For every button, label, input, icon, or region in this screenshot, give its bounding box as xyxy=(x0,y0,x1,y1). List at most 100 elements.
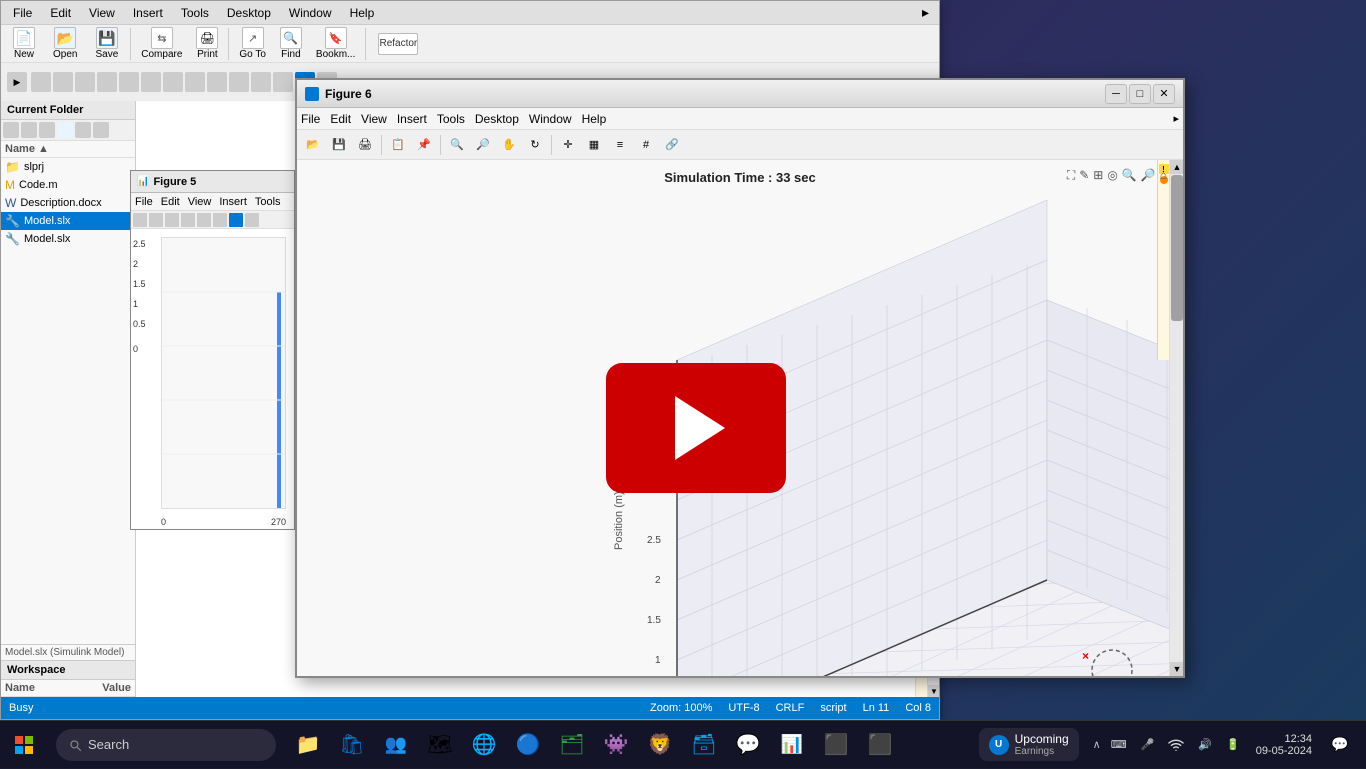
taskbar-excel[interactable]: 📊 xyxy=(772,725,812,765)
run6-btn[interactable] xyxy=(119,72,139,92)
f6-tb-rotate[interactable]: ↻ xyxy=(523,133,547,157)
taskbar-edge[interactable]: 🌐 xyxy=(464,725,504,765)
upcoming-widget[interactable]: U Upcoming Earnings xyxy=(979,728,1079,761)
f6-menu-window[interactable]: Window xyxy=(529,112,572,126)
f6-tb-copy[interactable]: 📋 xyxy=(386,133,410,157)
plot-icon7[interactable]: ⌂ xyxy=(1160,168,1167,183)
f6-menu-help[interactable]: Help xyxy=(582,112,607,126)
plot-icon4[interactable]: ◎ xyxy=(1107,168,1117,183)
f6-tb-legend[interactable]: ≡ xyxy=(608,133,632,157)
f6-tb-zoomout[interactable]: 🔎 xyxy=(471,133,495,157)
f6-menu-insert[interactable]: Insert xyxy=(397,112,427,126)
taskbar-green-app[interactable]: ⬛ xyxy=(816,725,856,765)
refactor-button[interactable]: Refactor xyxy=(372,31,424,57)
figure6-close-btn[interactable]: ✕ xyxy=(1153,84,1175,104)
scroll-down-btn[interactable]: ▼ xyxy=(928,685,939,697)
taskbar-store[interactable]: 🛍 xyxy=(332,725,372,765)
run2-btn[interactable] xyxy=(31,72,51,92)
menu-insert[interactable]: Insert xyxy=(125,4,171,22)
f6-tb-link[interactable]: 🔗 xyxy=(660,133,684,157)
f5-tb5[interactable] xyxy=(197,213,211,227)
figure6-minimize-btn[interactable]: ─ xyxy=(1105,84,1127,104)
menu-tools[interactable]: Tools xyxy=(173,4,217,22)
menu-help[interactable]: Help xyxy=(342,4,383,22)
time-widget[interactable]: 12:34 09-05-2024 xyxy=(1250,731,1318,759)
f6-menu-desktop[interactable]: Desktop xyxy=(475,112,519,126)
f5-tb4[interactable] xyxy=(181,213,195,227)
find-button[interactable]: 🔍 Find xyxy=(276,25,306,62)
goto-button[interactable]: ↗ Go To xyxy=(235,25,270,62)
folder-browse-btn[interactable] xyxy=(57,122,73,138)
folder-up-btn[interactable] xyxy=(39,122,55,138)
file-item-model-slx2[interactable]: 🔧 Model.slx xyxy=(1,230,135,248)
figure6-scrollbar[interactable]: ▲ ▼ xyxy=(1169,160,1183,676)
save-button[interactable]: 💾 Save xyxy=(89,25,124,62)
plot-icon6[interactable]: 🔎 xyxy=(1141,168,1156,183)
plot-icon2[interactable]: ✎ xyxy=(1079,168,1089,183)
start-button[interactable] xyxy=(0,721,48,769)
f6-menu-file[interactable]: File xyxy=(301,112,320,126)
f6-tb-zoomin[interactable]: 🔍 xyxy=(445,133,469,157)
file-item-description[interactable]: W Description.docx xyxy=(1,194,135,212)
f6-tb-paste[interactable]: 📌 xyxy=(412,133,436,157)
f6-menu-tools[interactable]: Tools xyxy=(437,112,465,126)
bookmarks-button[interactable]: 🔖 Bookm... xyxy=(312,25,359,62)
plot-icon5[interactable]: 🔍 xyxy=(1122,168,1137,183)
menu-desktop[interactable]: Desktop xyxy=(219,4,279,22)
taskbar-whatsapp[interactable]: 💬 xyxy=(728,725,768,765)
f6-tb-open[interactable]: 📂 xyxy=(301,133,325,157)
f5-tb6[interactable] xyxy=(213,213,227,227)
run12-btn[interactable] xyxy=(251,72,271,92)
f5-menu-edit[interactable]: Edit xyxy=(161,196,180,208)
run13-btn[interactable] xyxy=(273,72,293,92)
plot-icon3[interactable]: ⊞ xyxy=(1093,168,1103,183)
file-item-model-slx[interactable]: 🔧 Model.slx xyxy=(1,212,135,230)
expand-icon[interactable]: ▸ xyxy=(916,2,935,23)
f5-tb1[interactable] xyxy=(133,213,147,227)
run9-btn[interactable] xyxy=(185,72,205,92)
f6-tb-save[interactable]: 💾 xyxy=(327,133,351,157)
taskbar-teams[interactable]: 👥 xyxy=(376,725,416,765)
f5-menu-file[interactable]: File xyxy=(135,196,153,208)
new-button[interactable]: 📄 New xyxy=(7,25,41,62)
plot-icon1[interactable]: ⛶ xyxy=(1067,168,1075,183)
f6-scroll-thumb[interactable] xyxy=(1171,175,1183,321)
f6-scroll-up[interactable]: ▲ xyxy=(1170,160,1183,174)
run-btn[interactable]: ▶ xyxy=(7,72,27,92)
compare-button[interactable]: ⇆ Compare xyxy=(137,25,186,62)
run4-btn[interactable] xyxy=(75,72,95,92)
menu-edit[interactable]: Edit xyxy=(42,4,79,22)
file-item-slprj[interactable]: 📁 slprj xyxy=(1,158,135,176)
run7-btn[interactable] xyxy=(141,72,161,92)
f5-menu-tools[interactable]: Tools xyxy=(255,196,281,208)
run11-btn[interactable] xyxy=(229,72,249,92)
taskbar-red-app[interactable]: ⬛ xyxy=(860,725,900,765)
taskbar-brave[interactable]: 🦁 xyxy=(640,725,680,765)
f6-tb-datacursor[interactable]: ✛ xyxy=(556,133,580,157)
f6-menu-edit[interactable]: Edit xyxy=(330,112,351,126)
tray-volume[interactable]: 🔊 xyxy=(1194,736,1216,753)
f5-menu-view[interactable]: View xyxy=(188,196,212,208)
print-button[interactable]: 🖨 Print xyxy=(192,25,222,62)
figure6-maximize-btn[interactable]: □ xyxy=(1129,84,1151,104)
tray-battery[interactable]: 🔋 xyxy=(1222,736,1244,753)
f6-menu-view[interactable]: View xyxy=(361,112,387,126)
f5-tb3[interactable] xyxy=(165,213,179,227)
f5-tb2[interactable] xyxy=(149,213,163,227)
open-button[interactable]: 📂 Open xyxy=(47,25,83,62)
taskbar-search-bar[interactable]: Search xyxy=(56,729,276,761)
f6-tb-print[interactable]: 🖨 xyxy=(353,133,377,157)
taskbar-files[interactable]: 🗂 xyxy=(552,725,592,765)
taskbar-maps[interactable]: 🗺 xyxy=(420,725,460,765)
folder-actions-btn[interactable] xyxy=(93,122,109,138)
file-item-code[interactable]: M Code.m xyxy=(1,176,135,194)
run3-btn[interactable] xyxy=(53,72,73,92)
youtube-play-button[interactable] xyxy=(606,363,786,493)
show-hidden-icons[interactable]: ∧ xyxy=(1093,738,1101,751)
taskbar-explorer2[interactable]: 🗃 xyxy=(684,725,724,765)
folder-back-btn[interactable] xyxy=(3,122,19,138)
taskbar-chrome[interactable]: 🔵 xyxy=(508,725,548,765)
taskbar-file-explorer[interactable]: 📁 xyxy=(288,725,328,765)
menu-view[interactable]: View xyxy=(81,4,123,22)
run8-btn[interactable] xyxy=(163,72,183,92)
